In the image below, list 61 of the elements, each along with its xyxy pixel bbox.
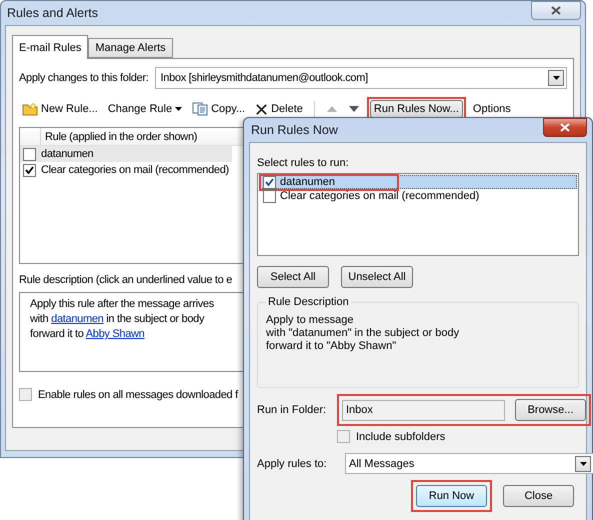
group-title: Rule Description	[267, 296, 350, 308]
browse-button[interactable]: Browse...	[515, 399, 586, 421]
folder-field[interactable]: Inbox	[342, 400, 505, 420]
field-label: Apply changes to this folder:	[19, 72, 148, 84]
list-label: Select rules to run:	[257, 157, 349, 169]
description-label: Rule description (click an underlined value to e	[19, 274, 232, 286]
list-row[interactable]: datanumen	[259, 175, 577, 189]
check-icon	[25, 166, 34, 174]
table-row[interactable]: datanumen	[20, 146, 232, 162]
description-text: forward it to Abby Shawn	[30, 327, 144, 342]
description-text: forward it to "Abby Shawn"	[266, 340, 396, 353]
close-button[interactable]	[531, 1, 581, 20]
dialog-button[interactable]: Close	[503, 485, 574, 507]
rule-name: Clear categories on mail (recommended)	[41, 164, 229, 176]
checkbox[interactable]	[23, 148, 36, 160]
move-down-icon[interactable]	[348, 106, 359, 112]
folder-dropdown[interactable]: Inbox [shirleysmithdatanumen@outlook.com]	[154, 67, 567, 89]
close-button[interactable]	[543, 118, 587, 137]
check-icon	[265, 178, 274, 186]
rule-name: Clear categories on mail (recommended)	[280, 190, 480, 202]
new-rule-button[interactable]: New Rule...	[19, 100, 101, 118]
window-title: Rules and Alerts	[6, 6, 98, 20]
list-row[interactable]: Clear categories on mail (recommended)	[259, 189, 577, 203]
field-label: Apply rules to:	[257, 458, 328, 470]
rule-name: datanumen	[41, 148, 94, 160]
dialog-button[interactable]: Run Now	[416, 485, 487, 507]
checkbox[interactable]	[337, 430, 350, 443]
close-icon	[560, 123, 570, 132]
apply-to-dropdown[interactable]: All Messages	[345, 453, 593, 474]
tab[interactable]: E-mail Rules	[12, 35, 88, 59]
run-rules-now-button[interactable]: Run Rules Now...	[370, 100, 463, 118]
options-button[interactable]: Options	[470, 101, 514, 117]
checkbox[interactable]	[19, 388, 32, 401]
field-label: Run in Folder:	[257, 404, 328, 416]
delete-icon	[255, 102, 268, 116]
table-row[interactable]: Clear categories on mail (recommended)	[20, 162, 232, 178]
tab[interactable]: Manage Alerts	[88, 38, 173, 58]
copy-icon	[192, 102, 208, 116]
description-text: Apply to message	[266, 314, 354, 327]
checkbox[interactable]	[263, 190, 276, 202]
description-text: with "datanumen" in the subject or body	[266, 327, 460, 340]
caret-icon	[580, 462, 586, 466]
caret-icon	[175, 107, 182, 111]
dialog-title: Run Rules Now	[250, 123, 338, 137]
checkbox-label: Include subfolders	[356, 430, 446, 442]
description-text: Apply this rule after the message arrives	[30, 297, 214, 312]
value-link[interactable]: datanumen	[51, 313, 104, 325]
folder-icon	[22, 102, 38, 116]
menu-button[interactable]: Change Rule	[104, 101, 186, 117]
caret-icon	[552, 76, 560, 80]
checkbox-label: Enable rules on all messages downloaded f	[38, 388, 238, 400]
select-button[interactable]: Unselect All	[341, 266, 413, 288]
description-text: with datanumen in the subject or body	[30, 312, 204, 327]
delete-button[interactable]: Delete	[252, 100, 306, 118]
checkbox[interactable]	[23, 164, 36, 176]
close-icon	[551, 6, 561, 15]
value-link[interactable]: Abby Shawn	[86, 328, 144, 340]
checkbox[interactable]	[263, 176, 276, 188]
rule-name: datanumen	[280, 176, 336, 188]
copy-button[interactable]: Copy...	[189, 100, 248, 118]
select-button[interactable]: Select All	[257, 266, 329, 288]
